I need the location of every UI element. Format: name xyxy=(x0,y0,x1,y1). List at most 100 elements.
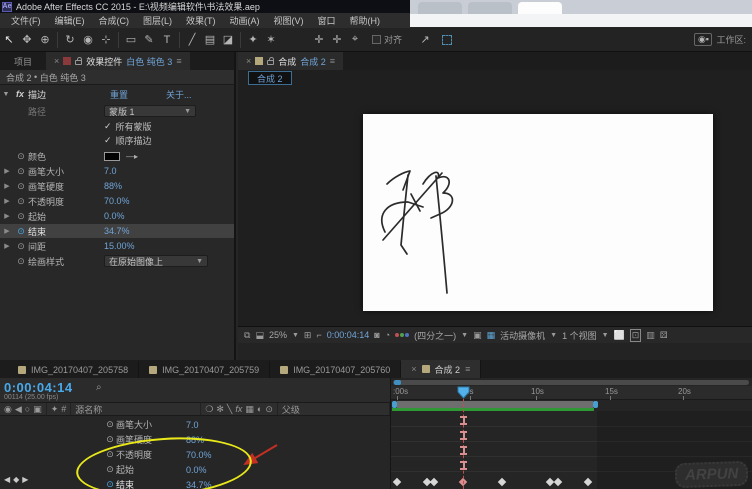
tab-img-205760[interactable]: IMG_20170407_205760 xyxy=(270,361,402,378)
grid-guides-icon[interactable]: ⊞ xyxy=(304,330,312,341)
keyframe-navigator[interactable]: ◀◆▶ xyxy=(4,475,31,484)
parent-column[interactable]: 父级 xyxy=(278,403,390,415)
menu-help[interactable]: 帮助(H) xyxy=(343,14,388,27)
camera-tool-icon[interactable]: ◉ xyxy=(79,33,97,46)
hand-tool-icon[interactable]: ✥ xyxy=(18,33,36,46)
path-dropdown[interactable]: 蒙版 1 ▼ xyxy=(104,105,196,117)
keyframe-diamond[interactable] xyxy=(393,477,402,487)
stopwatch-icon[interactable]: ⊙ xyxy=(14,256,28,267)
audio-icon[interactable]: ◀ xyxy=(15,404,22,415)
color-swatch[interactable] xyxy=(104,151,120,161)
transparency-grid-icon[interactable]: ▦ xyxy=(487,330,496,341)
start-value[interactable]: 0.0% xyxy=(104,211,125,221)
capture-region-icon[interactable] xyxy=(442,34,453,45)
expand-triangle-icon[interactable]: ▶ xyxy=(0,242,14,250)
camera-toggle-icon[interactable]: ◉▪ xyxy=(694,33,713,46)
solo-icon[interactable]: ○ xyxy=(25,404,30,414)
shape-cursor-icon[interactable]: ↗ xyxy=(416,33,434,46)
tab-img-205759[interactable]: IMG_20170407_205759 xyxy=(139,361,271,378)
lock-icon[interactable] xyxy=(267,57,275,65)
eraser-tool-icon[interactable]: ◪ xyxy=(219,33,237,46)
checkbox-checked-icon[interactable]: ✓ xyxy=(104,121,112,132)
spacing-value[interactable]: 15.00% xyxy=(104,241,135,251)
motion-blur-icon[interactable]: ▦ xyxy=(245,404,254,415)
menu-window[interactable]: 窗口 xyxy=(311,14,343,27)
menu-layer[interactable]: 图层(L) xyxy=(136,14,179,27)
expand-triangle-icon[interactable]: ▶ xyxy=(0,167,14,175)
keyframe-diamond[interactable] xyxy=(583,477,593,487)
work-area-end-handle[interactable] xyxy=(593,401,598,408)
chevron-down-icon[interactable]: ▼ xyxy=(292,332,299,339)
keyframe-diamond[interactable] xyxy=(497,477,507,487)
pen-tool-icon[interactable]: ✎ xyxy=(140,33,158,46)
mask-visibility-icon[interactable]: ⌐ xyxy=(316,330,321,340)
chevron-down-icon[interactable]: ▼ xyxy=(550,332,557,339)
keyframe-diamond[interactable] xyxy=(430,477,439,487)
axis-mode-local-icon[interactable]: ✛ xyxy=(310,33,328,46)
video-visibility-icon[interactable]: ◉ xyxy=(4,404,12,415)
timeline-timecode[interactable]: 0:00:04:14 xyxy=(4,380,73,395)
lock-column-icon[interactable]: ▣ xyxy=(33,404,42,415)
axis-mode-view-icon[interactable]: ⌖ xyxy=(346,33,364,46)
playhead-marker[interactable] xyxy=(457,386,470,399)
end-value[interactable]: 34.7% xyxy=(104,226,130,236)
panel-menu-icon[interactable]: ≡ xyxy=(176,56,181,66)
snapshot-icon[interactable]: ⧉ xyxy=(244,330,250,341)
menu-view[interactable]: 视图(V) xyxy=(267,14,311,27)
stopwatch-icon[interactable]: ⊙ xyxy=(104,419,116,430)
stopwatch-icon[interactable]: ⊙ xyxy=(14,241,28,252)
stopwatch-icon[interactable]: ⊙ xyxy=(14,196,28,207)
reset-link[interactable]: 重置 xyxy=(110,88,128,101)
zoom-tool-icon[interactable]: ⊕ xyxy=(36,33,54,46)
quality-icon[interactable]: ╲ xyxy=(227,404,232,415)
close-icon[interactable]: × xyxy=(246,56,251,66)
camera-view-value[interactable]: 活动摄像机 xyxy=(500,329,545,342)
comp-flowchart-tab[interactable]: 合成 2 xyxy=(248,71,292,85)
eyedropper-icon[interactable]: —▸ xyxy=(126,152,138,161)
stopwatch-icon[interactable]: ⊙ xyxy=(14,211,28,222)
work-area-bar[interactable] xyxy=(397,401,593,408)
keyframe-diamond[interactable] xyxy=(553,477,563,487)
resolution-value[interactable]: (四分之一) xyxy=(414,329,456,342)
clone-stamp-tool-icon[interactable]: ▤ xyxy=(201,33,219,46)
chevron-down-icon[interactable]: ▼ xyxy=(461,332,468,339)
tab-effect-controls[interactable]: × 效果控件 白色 纯色 3 ≡ xyxy=(46,52,190,70)
axis-mode-world-icon[interactable]: ✛ xyxy=(328,33,346,46)
pixel-aspect-icon[interactable]: ⬜ xyxy=(614,330,625,341)
tab-img-205758[interactable]: IMG_20170407_205758 xyxy=(8,361,140,378)
channel-icon[interactable] xyxy=(395,333,410,337)
roto-brush-tool-icon[interactable]: ✦ xyxy=(244,33,262,46)
type-tool-icon[interactable]: T xyxy=(158,34,176,46)
tab-comp-2[interactable]: × 合成 2 ≡ xyxy=(401,360,482,378)
stopwatch-active-icon[interactable]: ⊙ xyxy=(14,226,28,237)
show-snapshot-icon[interactable]: ⬓ xyxy=(255,330,264,341)
navigator-handle[interactable] xyxy=(394,380,401,385)
close-icon[interactable]: × xyxy=(54,56,59,66)
expand-triangle-icon[interactable]: ▶ xyxy=(0,182,14,190)
menu-file[interactable]: 文件(F) xyxy=(4,14,48,27)
paint-style-dropdown[interactable]: 在原始图像上 ▼ xyxy=(104,255,208,267)
brush-size-value[interactable]: 7.0 xyxy=(104,166,117,176)
flowchart-button-icon[interactable]: ⚄ xyxy=(660,330,668,341)
tab-composition[interactable]: × 合成 合成 2 ≡ xyxy=(238,52,344,70)
puppet-pin-tool-icon[interactable]: ✶ xyxy=(262,33,280,46)
panel-menu-icon[interactable]: ≡ xyxy=(330,56,335,66)
align-checkbox[interactable] xyxy=(372,35,381,44)
menu-composition[interactable]: 合成(C) xyxy=(92,14,137,27)
rotate-tool-icon[interactable]: ↻ xyxy=(61,33,79,46)
fx-column-icon[interactable]: fx xyxy=(235,404,242,414)
expand-triangle-icon[interactable]: ▶ xyxy=(0,212,14,220)
comp-timecode[interactable]: 0:00:04:14 xyxy=(327,330,370,340)
menu-edit[interactable]: 编辑(E) xyxy=(48,14,92,27)
chevron-down-icon[interactable]: ▼ xyxy=(0,91,12,98)
expand-triangle-icon[interactable]: ▶ xyxy=(0,227,14,235)
timeline-button-icon[interactable]: ▥ xyxy=(646,330,655,341)
close-icon[interactable]: × xyxy=(411,364,416,374)
fast-previews-icon[interactable]: ⊡ xyxy=(629,328,642,342)
stopwatch-icon[interactable]: ⊙ xyxy=(104,434,116,445)
shy-icon[interactable]: ❍ xyxy=(205,404,213,415)
composition-canvas[interactable] xyxy=(363,114,713,311)
brush-hardness-value[interactable]: 88% xyxy=(104,181,122,191)
stroke-effect-header[interactable]: ▼ fx 描边 重置 关于... xyxy=(0,86,234,102)
threed-icon[interactable]: ⊙ xyxy=(265,404,273,415)
